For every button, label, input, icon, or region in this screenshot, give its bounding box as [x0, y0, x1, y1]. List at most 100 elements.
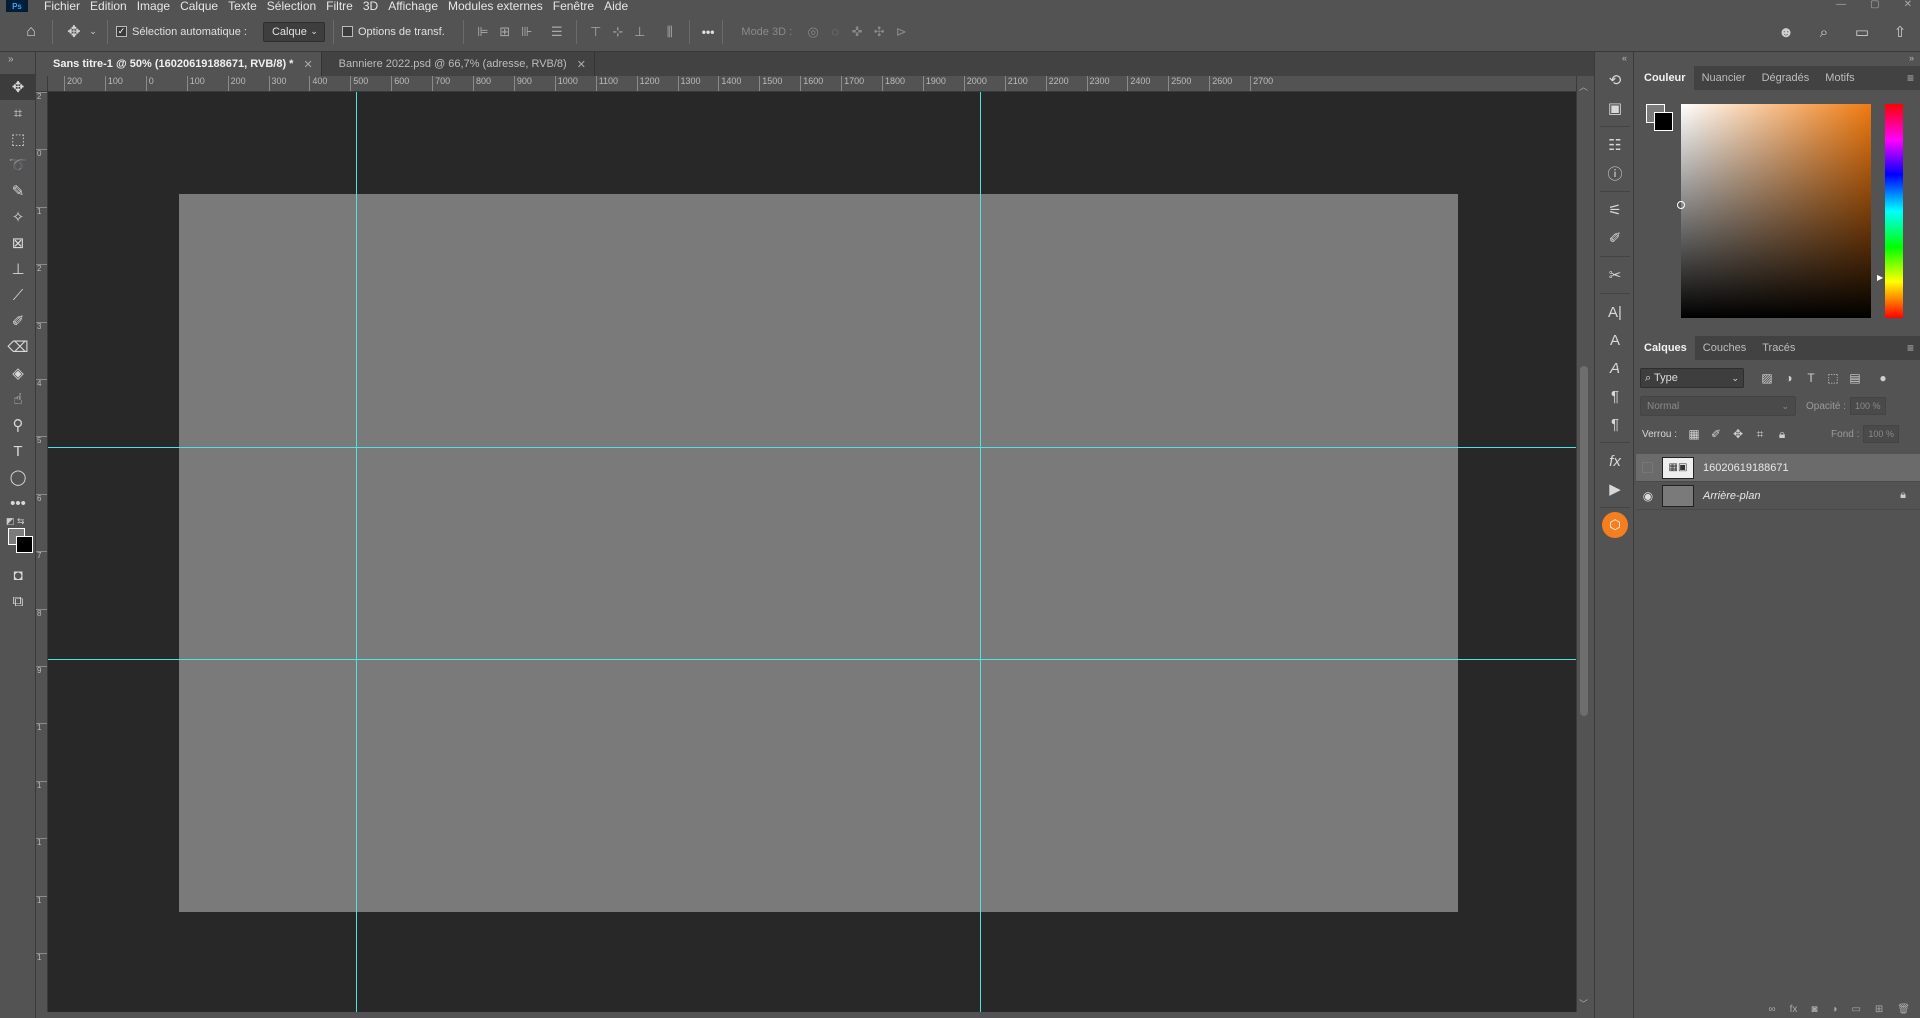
- horizontal-guide[interactable]: [48, 447, 1576, 448]
- lock-artboard-icon[interactable]: ⌗: [1749, 424, 1771, 444]
- scrollbar-thumb[interactable]: [1580, 366, 1588, 716]
- dock-collapse-icon[interactable]: «: [1595, 52, 1633, 66]
- visibility-toggle[interactable]: [1642, 462, 1653, 473]
- transform-controls-checkbox[interactable]: ✓: [341, 26, 353, 37]
- dodge-tool-icon[interactable]: ⚲: [0, 412, 36, 438]
- plugin-icon[interactable]: ⬡: [1602, 512, 1628, 538]
- stamp-tool-icon[interactable]: ⊥: [0, 256, 36, 282]
- hue-slider[interactable]: [1885, 104, 1903, 318]
- ellipse-tool-icon[interactable]: ◯: [0, 464, 36, 490]
- panel-menu-icon[interactable]: ≡: [1907, 341, 1914, 355]
- menu-aide[interactable]: Aide: [604, 0, 628, 12]
- align-bottom-icon[interactable]: ⊥: [629, 21, 651, 43]
- panels-collapse-icon[interactable]: »: [1636, 52, 1920, 66]
- distribute-h-icon[interactable]: ⫼: [659, 21, 681, 43]
- opacity-input[interactable]: 100 %: [1850, 397, 1887, 415]
- close-icon[interactable]: ✕: [577, 58, 586, 71]
- default-colors-icon[interactable]: ◩ ⇆: [6, 516, 25, 527]
- timeline-play-icon[interactable]: ▶: [1595, 475, 1635, 503]
- paint-bucket-icon[interactable]: ◈: [0, 360, 36, 386]
- doc-tab-active[interactable]: Sans titre-1 @ 50% (16020619188671, RVB/…: [36, 52, 322, 76]
- align-left-icon[interactable]: ⊫: [472, 21, 494, 43]
- quick-mask-icon[interactable]: ◘: [0, 562, 36, 588]
- vertical-guide[interactable]: [980, 92, 981, 1012]
- layer-row[interactable]: ▦▣ 16020619188671: [1636, 454, 1920, 482]
- color-field[interactable]: [1681, 104, 1871, 318]
- new-adjustment-icon[interactable]: ◑: [1831, 1004, 1837, 1018]
- doc-tab[interactable]: Banniere 2022.psd @ 66,7% (adresse, RVB/…: [321, 52, 595, 76]
- menu-edition[interactable]: Edition: [90, 0, 127, 12]
- more-options-button[interactable]: •••: [702, 25, 715, 39]
- minimize-icon[interactable]: —: [1836, 0, 1846, 10]
- filter-adjustment-icon[interactable]: ◑: [1778, 368, 1800, 388]
- align-center-h-icon[interactable]: ⊞: [494, 21, 516, 43]
- brush-settings-icon[interactable]: ✐: [1595, 224, 1635, 252]
- quick-selection-icon[interactable]: ✎: [0, 178, 36, 204]
- tab-traces[interactable]: Tracés: [1754, 336, 1803, 360]
- close-icon[interactable]: ✕: [1904, 0, 1912, 10]
- camera-3d-icon[interactable]: ⊳: [890, 21, 912, 43]
- horizontal-scrollbar[interactable]: [48, 1012, 1576, 1018]
- tab-calques[interactable]: Calques: [1636, 336, 1695, 360]
- menu-image[interactable]: Image: [137, 0, 170, 12]
- styles-fx-icon[interactable]: fx: [1595, 447, 1635, 475]
- delete-layer-icon[interactable]: 🗑︎: [1897, 1004, 1910, 1018]
- more-tools-icon[interactable]: •••: [0, 490, 36, 516]
- orbit-3d-icon[interactable]: ◎: [802, 21, 824, 43]
- frame-tool-icon[interactable]: ⊠: [0, 230, 36, 256]
- fill-input[interactable]: 100 %: [1863, 425, 1900, 443]
- scroll-up-icon[interactable]: ︿: [1579, 80, 1588, 93]
- tab-motifs[interactable]: Motifs: [1817, 66, 1862, 90]
- ruler-origin[interactable]: [36, 76, 48, 92]
- eye-icon[interactable]: ◉: [1636, 489, 1660, 503]
- chevron-down-icon[interactable]: ⌄: [87, 19, 99, 45]
- background-color-swatch[interactable]: [1654, 112, 1673, 131]
- workspace-icon[interactable]: ▭: [1852, 20, 1872, 44]
- filter-smartobject-icon[interactable]: ▤: [1844, 368, 1866, 388]
- magic-wand-icon[interactable]: ✧: [0, 204, 36, 230]
- move-tool-preset-icon[interactable]: ✥: [61, 19, 87, 45]
- filter-pixel-icon[interactable]: ▨: [1756, 368, 1778, 388]
- new-layer-icon[interactable]: ⊞: [1875, 1004, 1883, 1018]
- document-canvas[interactable]: [179, 194, 1458, 912]
- lock-pixels-icon[interactable]: ✐: [1705, 424, 1727, 444]
- brush-tool-icon[interactable]: ✐: [0, 308, 36, 334]
- info-icon[interactable]: ⓘ: [1595, 159, 1635, 187]
- paragraph-icon[interactable]: ¶: [1595, 382, 1635, 410]
- share-icon[interactable]: ⇧: [1890, 20, 1910, 44]
- add-mask-icon[interactable]: ◙: [1811, 1004, 1817, 1018]
- align-right-icon[interactable]: ⊪: [516, 21, 538, 43]
- maximize-icon[interactable]: ▢: [1870, 0, 1879, 10]
- tab-nuancier[interactable]: Nuancier: [1694, 66, 1754, 90]
- rectangular-marquee-icon[interactable]: ⬚: [0, 126, 36, 152]
- move-tool-icon[interactable]: ✥: [0, 74, 36, 100]
- search-icon[interactable]: ⌕: [1814, 20, 1834, 44]
- vertical-scrollbar[interactable]: ︿ ﹀: [1576, 76, 1590, 1012]
- background-color-swatch[interactable]: [16, 536, 33, 553]
- menu-filtre[interactable]: Filtre: [326, 0, 353, 12]
- vertical-guide[interactable]: [356, 92, 357, 1012]
- panel-menu-icon[interactable]: ≡: [1907, 71, 1914, 85]
- new-group-icon[interactable]: ▭: [1851, 1004, 1860, 1018]
- auto-select-target-select[interactable]: Calque ⌄: [262, 21, 325, 42]
- home-icon[interactable]: ⌂: [18, 19, 44, 45]
- filter-shape-icon[interactable]: ⬚: [1822, 368, 1844, 388]
- layer-row[interactable]: ◉ Arrière-plan 🔒︎: [1636, 482, 1920, 510]
- menu-calque[interactable]: Calque: [180, 0, 218, 12]
- glyphs-icon[interactable]: A: [1595, 354, 1635, 382]
- smudge-tool-icon[interactable]: ☝: [0, 386, 36, 412]
- menu-fichier[interactable]: Fichier: [44, 0, 80, 12]
- menu-selection[interactable]: Sélection: [267, 0, 316, 12]
- crop-tool-icon[interactable]: ⌗: [0, 100, 36, 126]
- filter-text-icon[interactable]: T: [1800, 368, 1822, 388]
- user-share-icon[interactable]: ☻: [1776, 20, 1796, 44]
- color-swatches[interactable]: ◩ ⇆: [0, 516, 36, 556]
- layer-filter-select[interactable]: ⌕ Type ⌄: [1640, 368, 1744, 388]
- color-picker-marker[interactable]: [1677, 201, 1685, 209]
- distribute-v-icon[interactable]: ☰: [546, 21, 568, 43]
- canvas-area[interactable]: [48, 92, 1576, 1012]
- actions-icon[interactable]: ▣: [1595, 94, 1635, 122]
- paragraph-styles-icon[interactable]: ¶: [1595, 410, 1635, 438]
- menu-affichage[interactable]: Affichage: [388, 0, 438, 12]
- lasso-tool-icon[interactable]: ➰: [0, 152, 36, 178]
